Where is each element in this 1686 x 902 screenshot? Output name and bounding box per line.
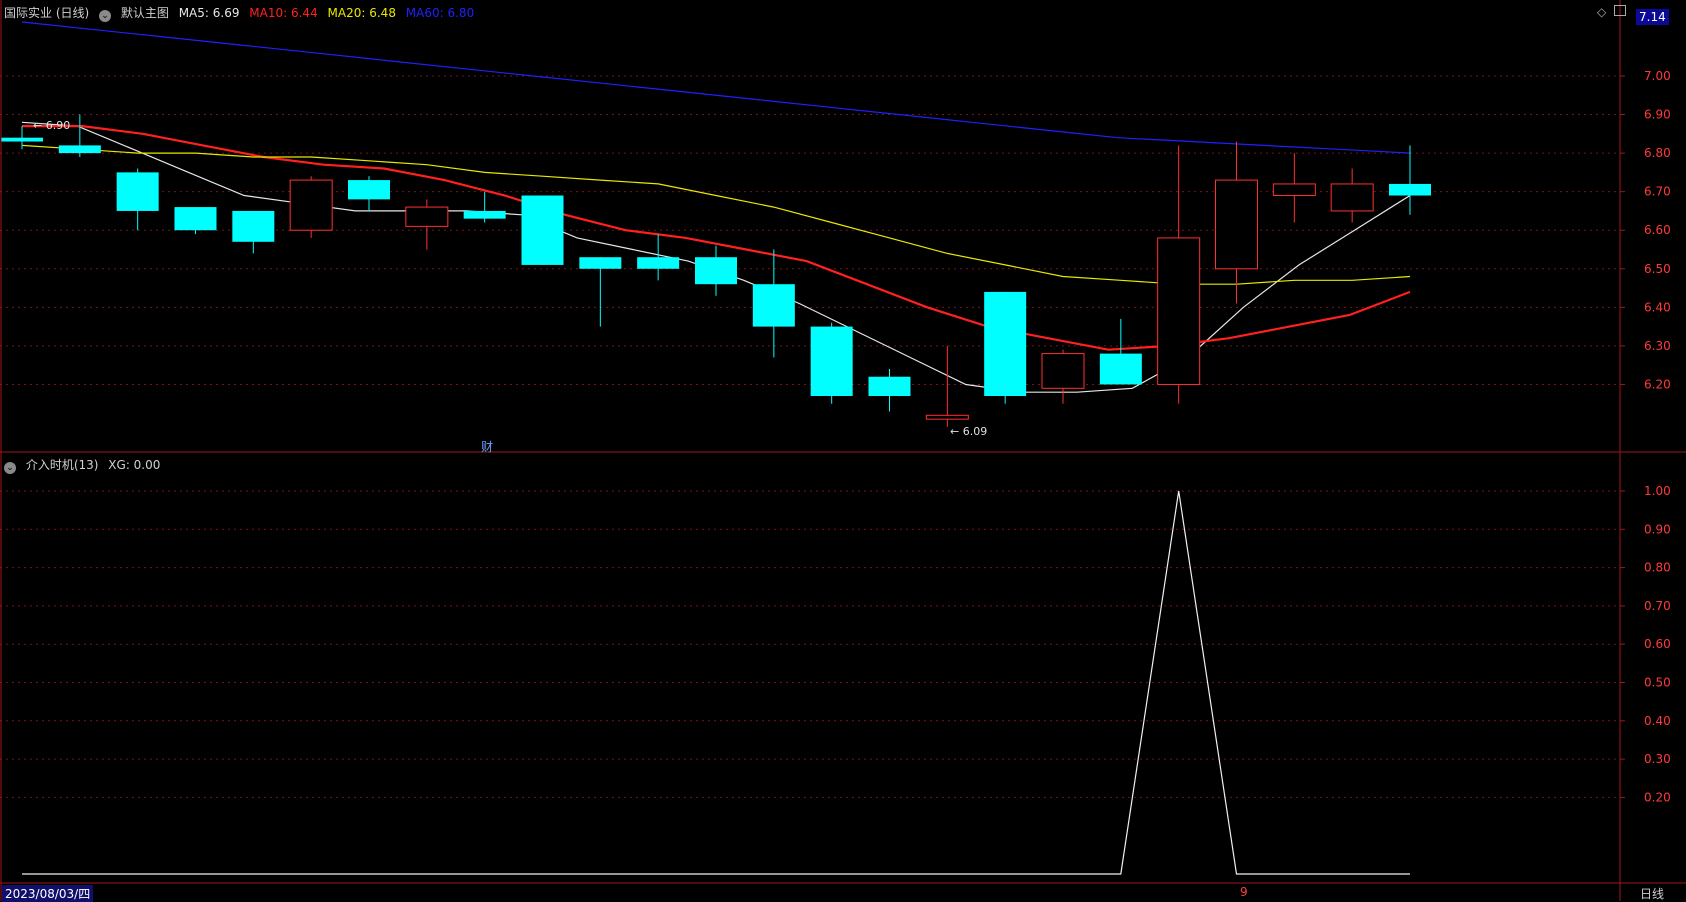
start-date-label: 2023/08/03/四 [2, 885, 94, 902]
period-label[interactable]: 日线 [1640, 885, 1664, 902]
candle-body-up [1330, 183, 1374, 212]
main-tick-label: 6.30 [1644, 339, 1671, 353]
ma10-label: MA10: 6.44 [249, 6, 318, 20]
ma60-label: MA60: 6.80 [405, 6, 475, 20]
main-tick-label: 6.90 [1644, 108, 1671, 122]
main-tick-label: 6.20 [1644, 377, 1671, 391]
sub-tick-label: 0.90 [1644, 522, 1671, 536]
high-price-annotation: ← 6.90 [33, 119, 71, 132]
xg-value-label: XG: 0.00 [108, 458, 161, 472]
main-tick-label: 6.80 [1644, 146, 1671, 160]
candle-body-down [1099, 353, 1142, 385]
candle-body-down [868, 376, 911, 397]
candle-body-down [116, 172, 159, 211]
candle-body-up [1272, 183, 1316, 197]
window-restore-icon[interactable] [1614, 5, 1626, 16]
corner-price-badge: 7.14 [1636, 9, 1669, 25]
moving-average-layer [21, 21, 1411, 393]
candle-body-up [289, 179, 333, 231]
main-tick-label: 6.70 [1644, 185, 1671, 199]
main-tick-label: 6.40 [1644, 300, 1671, 314]
candle-body-up [1157, 237, 1201, 385]
sub-tick-label: 0.30 [1644, 752, 1671, 766]
candle-body-down [521, 195, 564, 265]
main-tick-label: 6.50 [1644, 262, 1671, 276]
high-price-value: 6.90 [45, 119, 71, 132]
chevron-down-icon[interactable]: ⌄ [99, 10, 112, 22]
sub-tick-label: 0.50 [1644, 675, 1671, 689]
candle-body-up [1041, 353, 1085, 389]
finance-marker[interactable]: 财 [481, 438, 493, 455]
ma60-line [21, 21, 1411, 154]
candle-body-down [348, 180, 390, 200]
grid-layer [0, 75, 1620, 798]
stock-label[interactable]: 国际实业 (日线) [4, 6, 89, 20]
sub-tick-label: 1.00 [1644, 484, 1671, 498]
month-marker: 9 [1240, 885, 1248, 899]
frame-layer [0, 0, 1686, 901]
candle-body-down [1, 137, 43, 142]
candle-body-down [1389, 183, 1431, 196]
main-tick-label: 6.60 [1644, 223, 1671, 237]
candle-body-up [1215, 179, 1258, 270]
ma5-label: MA5: 6.69 [178, 6, 240, 20]
candle-body-down [752, 284, 795, 327]
candle-body-down [579, 257, 622, 269]
price-axis-layer: 6.20 6.30 6.40 6.50 6.60 6.70 6.80 6.90 7.00 0.20… [1620, 69, 1671, 804]
candle-body-down [695, 257, 737, 285]
candle-body-down [232, 210, 275, 242]
candlestick-layer[interactable] [1, 114, 1431, 427]
main-chart-header: 国际实业 (日线) ⌄ 默认主图 MA5: 6.69 MA10: 6.44 MA… [4, 4, 480, 22]
candle-body-up [405, 206, 449, 227]
sub-tick-label: 0.40 [1644, 714, 1671, 728]
sub-tick-label: 0.60 [1644, 637, 1671, 651]
candle-body-up [925, 414, 969, 420]
low-price-annotation: ← 6.09 [950, 425, 988, 438]
ma20-label: MA20: 6.48 [327, 6, 396, 20]
sub-tick-label: 0.80 [1644, 561, 1671, 575]
candle-body-down [58, 145, 101, 154]
indicator-header: ⌄ 介入时机(13) XG: 0.00 [4, 456, 166, 474]
main-tick-label: 7.00 [1644, 69, 1671, 83]
ma10-line [22, 124, 1411, 351]
candle-body-down [984, 291, 1027, 397]
candle-body-down [174, 207, 217, 231]
stock-chart[interactable]: 6.20 6.30 6.40 6.50 6.60 6.70 6.80 6.90 7.00 0.20… [0, 0, 1686, 901]
candle-body-down [637, 257, 680, 269]
sub-tick-label: 0.70 [1644, 599, 1671, 613]
candle-body-down [810, 326, 853, 397]
chevron-down-icon[interactable]: ⌄ [4, 462, 16, 474]
indicator-label[interactable]: 介入时机(13) [26, 458, 99, 472]
sub-tick-label: 0.20 [1644, 790, 1671, 804]
diamond-icon[interactable]: ◇ [1597, 5, 1606, 19]
low-price-value: 6.09 [962, 425, 988, 438]
main-label[interactable]: 默认主图 [121, 6, 169, 20]
candle-body-down [463, 210, 506, 219]
